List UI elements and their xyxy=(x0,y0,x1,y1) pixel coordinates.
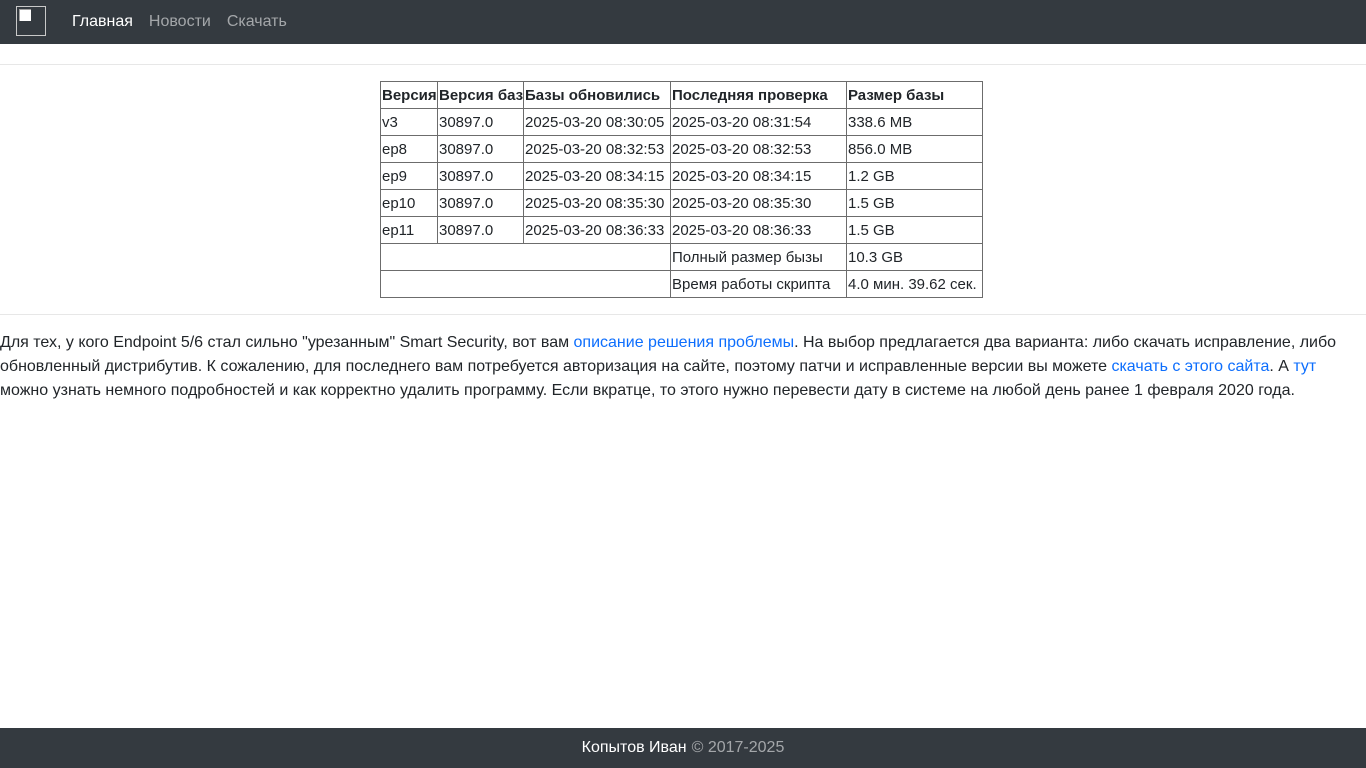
cell-last-check: 2025-03-20 08:34:15 xyxy=(670,162,847,190)
table-row: ep10 30897.0 2025-03-20 08:35:30 2025-03… xyxy=(380,189,983,217)
cell-db-size: 1.5 GB xyxy=(846,189,983,217)
description-text: можно узнать немного подробностей и как … xyxy=(0,382,1295,399)
cell-last-check: 2025-03-20 08:31:54 xyxy=(670,108,847,136)
divider-top xyxy=(0,64,1366,65)
table-row: ep9 30897.0 2025-03-20 08:34:15 2025-03-… xyxy=(380,162,983,190)
description-text: . А xyxy=(1269,358,1294,375)
cell-db-size: 1.5 GB xyxy=(846,216,983,244)
image-placeholder-corner xyxy=(19,9,31,21)
divider-bottom xyxy=(0,314,1366,315)
cell-updated: 2025-03-20 08:34:15 xyxy=(523,162,671,190)
cell-db-version: 30897.0 xyxy=(437,108,524,136)
cell-db-version: 30897.0 xyxy=(437,135,524,163)
footer-author: Копытов Иван xyxy=(581,739,687,756)
cell-updated: 2025-03-20 08:35:30 xyxy=(523,189,671,217)
total-size-row: Полный размер бызы 10.3 GB xyxy=(380,243,983,271)
cell-db-version: 30897.0 xyxy=(437,189,524,217)
cell-db-size: 856.0 MB xyxy=(846,135,983,163)
cell-db-version: 30897.0 xyxy=(437,162,524,190)
footer-copyright: © 2017-2025 xyxy=(691,739,785,756)
cell-last-check: 2025-03-20 08:32:53 xyxy=(670,135,847,163)
cell-version: ep8 xyxy=(380,135,438,163)
cell-db-version: 30897.0 xyxy=(437,216,524,244)
empty-cell xyxy=(380,243,671,271)
here-link[interactable]: тут xyxy=(1293,358,1316,375)
broken-image-icon[interactable] xyxy=(16,6,46,36)
runtime-value: 4.0 мин. 39.62 сек. xyxy=(846,270,983,298)
cell-version: ep11 xyxy=(380,216,438,244)
empty-cell xyxy=(380,270,671,298)
total-size-label: Полный размер бызы xyxy=(670,243,847,271)
table-row: ep8 30897.0 2025-03-20 08:32:53 2025-03-… xyxy=(380,135,983,163)
cell-updated: 2025-03-20 08:32:53 xyxy=(523,135,671,163)
nav-item-home[interactable]: Главная xyxy=(72,13,133,31)
table-row: v3 30897.0 2025-03-20 08:30:05 2025-03-2… xyxy=(380,108,983,136)
runtime-row: Время работы скрипта 4.0 мин. 39.62 сек. xyxy=(380,270,983,298)
cell-updated: 2025-03-20 08:30:05 xyxy=(523,108,671,136)
nav-item-download[interactable]: Скачать xyxy=(227,13,287,31)
runtime-label: Время работы скрипта xyxy=(670,270,847,298)
top-navbar: Главная Новости Скачать xyxy=(0,0,1366,44)
total-size-value: 10.3 GB xyxy=(846,243,983,271)
description-paragraph: Для тех, у кого Endpoint 5/6 стал сильно… xyxy=(0,331,1362,403)
cell-db-size: 338.6 MB xyxy=(846,108,983,136)
nav-links: Главная Новости Скачать xyxy=(72,0,303,44)
solution-description-link[interactable]: описание решения проблемы xyxy=(574,334,795,351)
description-text: Для тех, у кого Endpoint 5/6 стал сильно… xyxy=(0,334,574,351)
cell-db-size: 1.2 GB xyxy=(846,162,983,190)
header-updated: Базы обновились xyxy=(523,81,671,109)
nav-item-news[interactable]: Новости xyxy=(149,13,211,31)
download-from-site-link[interactable]: скачать с этого сайта xyxy=(1111,358,1269,375)
cell-version: v3 xyxy=(380,108,438,136)
footer: Копытов Иван © 2017-2025 xyxy=(0,728,1366,768)
table-row: ep11 30897.0 2025-03-20 08:36:33 2025-03… xyxy=(380,216,983,244)
database-status-table: Версия Версия баз Базы обновились Послед… xyxy=(380,81,983,298)
header-last-check: Последняя проверка xyxy=(670,81,847,109)
table-header-row: Версия Версия баз Базы обновились Послед… xyxy=(380,81,983,109)
cell-last-check: 2025-03-20 08:35:30 xyxy=(670,189,847,217)
cell-updated: 2025-03-20 08:36:33 xyxy=(523,216,671,244)
cell-version: ep10 xyxy=(380,189,438,217)
header-db-size: Размер базы xyxy=(846,81,983,109)
header-version: Версия xyxy=(380,81,438,109)
cell-last-check: 2025-03-20 08:36:33 xyxy=(670,216,847,244)
cell-version: ep9 xyxy=(380,162,438,190)
header-db-version: Версия баз xyxy=(437,81,524,109)
